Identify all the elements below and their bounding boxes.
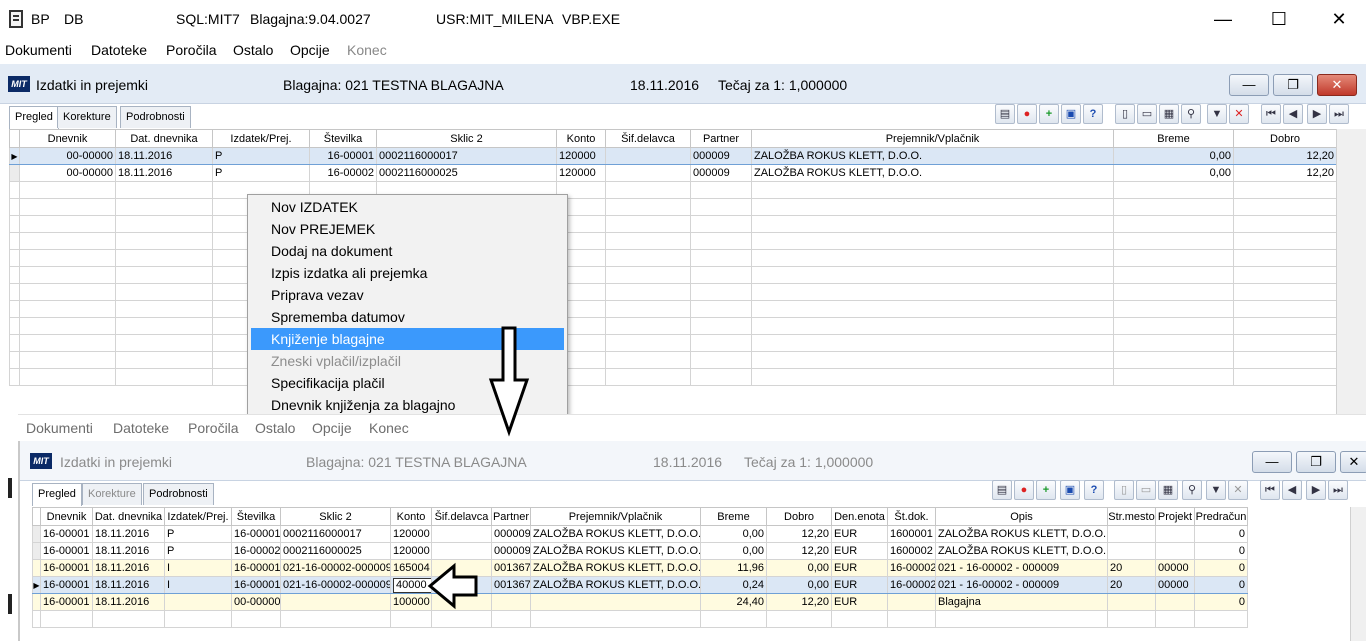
left-arrow-annotation [427, 562, 478, 610]
annotation-arrows [427, 326, 530, 610]
down-arrow-annotation [488, 326, 530, 437]
